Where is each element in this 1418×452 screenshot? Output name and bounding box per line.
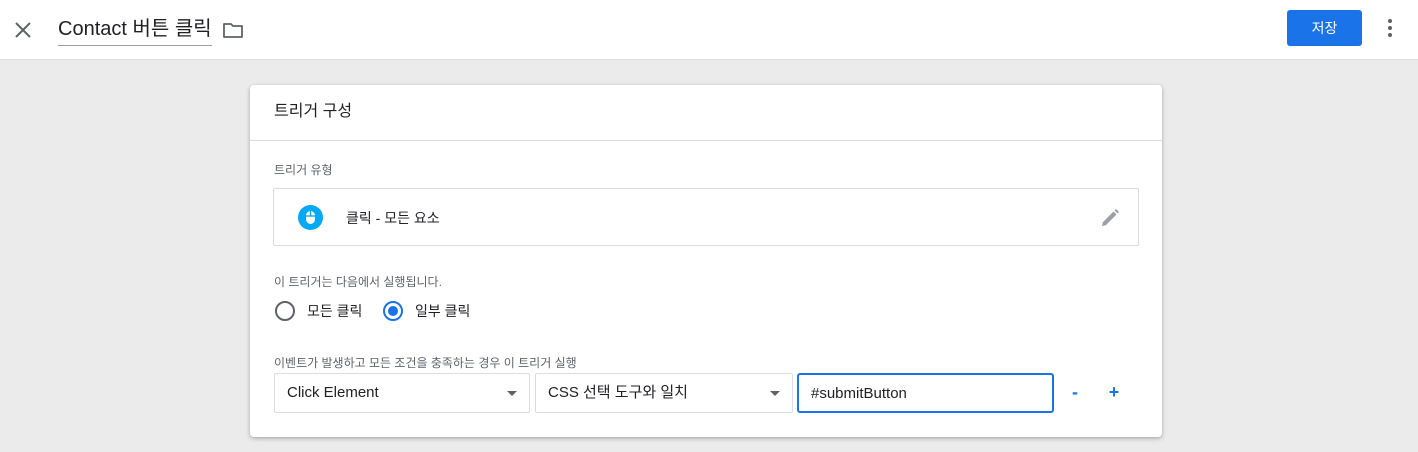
fires-on-label: 이 트리거는 다음에서 실행됩니다. — [274, 275, 442, 289]
operator-select[interactable]: CSS 선택 도구와 일치 — [535, 373, 793, 413]
variable-select[interactable]: Click Element — [274, 373, 530, 413]
radio-label: 모든 클릭 — [307, 303, 363, 319]
radio-label: 일부 클릭 — [415, 303, 471, 319]
operator-select-value: CSS 선택 도구와 일치 — [548, 384, 688, 401]
condition-label: 이벤트가 발생하고 모든 조건을 충족하는 경우 이 트리거 실행 — [274, 356, 577, 370]
trigger-type-label: 트리거 유형 — [274, 163, 333, 177]
condition-value-input[interactable] — [797, 373, 1054, 413]
card-title: 트리거 구성 — [250, 85, 1162, 141]
more-vert-icon[interactable] — [1378, 16, 1402, 40]
trigger-type-value: 클릭 - 모든 요소 — [346, 210, 440, 226]
close-icon[interactable] — [10, 17, 36, 43]
pencil-icon[interactable] — [1098, 206, 1122, 230]
trigger-type-selector[interactable]: 클릭 - 모든 요소 — [273, 188, 1139, 246]
dropdown-arrow-icon — [770, 391, 780, 396]
radio-button[interactable] — [275, 301, 295, 321]
radio-some-clicks[interactable]: 일부 클릭 — [383, 299, 470, 323]
add-condition-button[interactable]: + — [1101, 379, 1127, 405]
trigger-configuration-card: 트리거 구성 트리거 유형 클릭 - 모든 요소 이 트리거는 다음에서 실행됩… — [250, 85, 1162, 437]
save-button[interactable]: 저장 — [1287, 10, 1362, 46]
top-bar: Contact 버튼 클릭 저장 — [0, 0, 1418, 60]
trigger-name-title[interactable]: Contact 버튼 클릭 — [58, 14, 212, 46]
dropdown-arrow-icon — [507, 391, 517, 396]
radio-all-clicks[interactable]: 모든 클릭 — [275, 299, 362, 323]
remove-condition-button[interactable]: - — [1062, 379, 1088, 405]
radio-button-selected[interactable] — [383, 301, 403, 321]
variable-select-value: Click Element — [287, 384, 379, 401]
mouse-icon — [298, 205, 323, 230]
folder-icon[interactable] — [222, 19, 244, 41]
